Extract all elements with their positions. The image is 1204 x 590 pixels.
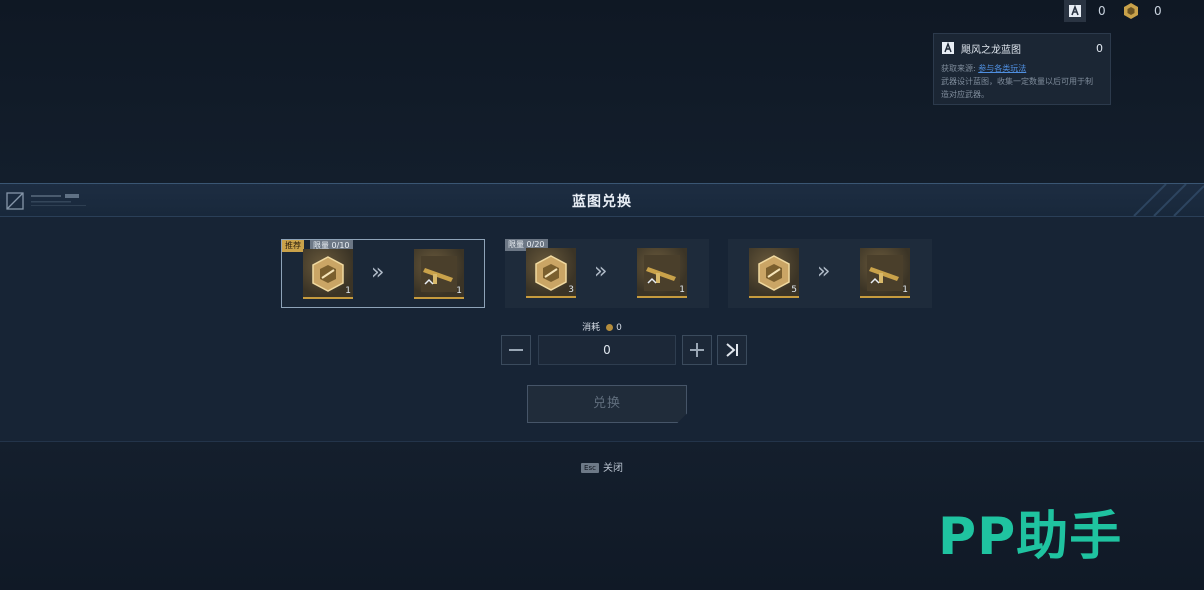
exchange-offer-2[interactable]: 限量 0/20 3 » 1 [505, 239, 709, 308]
cost-qty: 1 [345, 286, 351, 296]
coin-icon [1120, 0, 1142, 22]
arrow-right-icon: » [594, 259, 608, 284]
panel-title: 蓝图兑换 [572, 194, 632, 210]
blueprint-icon [941, 41, 955, 55]
tooltip-item-count: 0 [1096, 41, 1103, 55]
max-button[interactable] [717, 335, 747, 365]
close-label: 关闭 [602, 463, 623, 474]
increase-button[interactable] [682, 335, 712, 365]
watermark: PP助手 [938, 507, 1123, 567]
coin-icon [606, 324, 614, 331]
weapon-blueprint-icon [867, 255, 903, 291]
weapon-blueprint-icon [644, 255, 680, 291]
reward-qty: 1 [902, 285, 908, 295]
exchange-panel: 蓝图兑换 推荐 限量 0/10 1 » 1 限量 0/20 3 » 1 5 » … [0, 183, 1204, 442]
skip-to-end-icon [726, 343, 738, 357]
cost-item: 5 [749, 248, 799, 298]
minus-icon [509, 349, 523, 351]
coin-currency: 0 [1120, 0, 1162, 22]
cost-qty: 3 [568, 285, 574, 295]
reward-qty: 1 [456, 286, 462, 296]
reward-item: 1 [860, 248, 910, 298]
consume-row: 消耗 0 [0, 320, 1204, 333]
quantity-input[interactable]: 0 [538, 335, 676, 365]
decrease-button[interactable] [501, 335, 531, 365]
tooltip-description-1: 武器设计蓝图，收集一定数量以后可用于制 [941, 77, 1093, 86]
blueprint-icon [1064, 0, 1086, 22]
reward-qty: 1 [679, 285, 685, 295]
cost-item: 1 [303, 249, 353, 299]
consume-value: 0 [616, 323, 622, 333]
esc-key-badge: Esc [581, 463, 599, 473]
hexagon-chip-icon [312, 256, 344, 292]
reward-item: 1 [414, 249, 464, 299]
item-tooltip: 飓风之龙蓝图 0 获取来源: 参与各类玩法 武器设计蓝图，收集一定数量以后可用于… [933, 33, 1111, 105]
plus-icon [690, 343, 704, 357]
hexagon-chip-icon [758, 255, 790, 291]
exchange-offer-1[interactable]: 推荐 限量 0/10 1 » 1 [281, 239, 485, 308]
reward-item: 1 [637, 248, 687, 298]
coin-count: 0 [1154, 4, 1162, 18]
blueprint-count: 0 [1098, 4, 1106, 18]
cost-qty: 5 [791, 285, 797, 295]
exchange-offer-3[interactable]: 5 » 1 [728, 239, 932, 308]
tooltip-source-label: 获取来源: [941, 64, 976, 73]
arrow-right-icon: » [817, 259, 831, 284]
tooltip-item-name: 飓风之龙蓝图 [961, 44, 1021, 56]
weapon-blueprint-icon [421, 256, 457, 292]
header-stripe-decoration-icon [1133, 184, 1204, 216]
tooltip-source-link[interactable]: 参与各类玩法 [978, 64, 1026, 73]
blueprint-currency: 0 [1064, 0, 1106, 22]
exchange-button[interactable]: 兑换 [527, 385, 687, 423]
tooltip-description-2: 造对应武器。 [941, 90, 989, 99]
cost-item: 3 [526, 248, 576, 298]
recommended-badge: 推荐 [282, 240, 304, 252]
hexagon-chip-icon [535, 255, 567, 291]
arrow-right-icon: » [371, 260, 385, 285]
consume-label: 消耗 [582, 323, 601, 333]
panel-header: 蓝图兑换 [0, 184, 1204, 217]
close-hint[interactable]: Esc 关闭 [0, 459, 1204, 474]
